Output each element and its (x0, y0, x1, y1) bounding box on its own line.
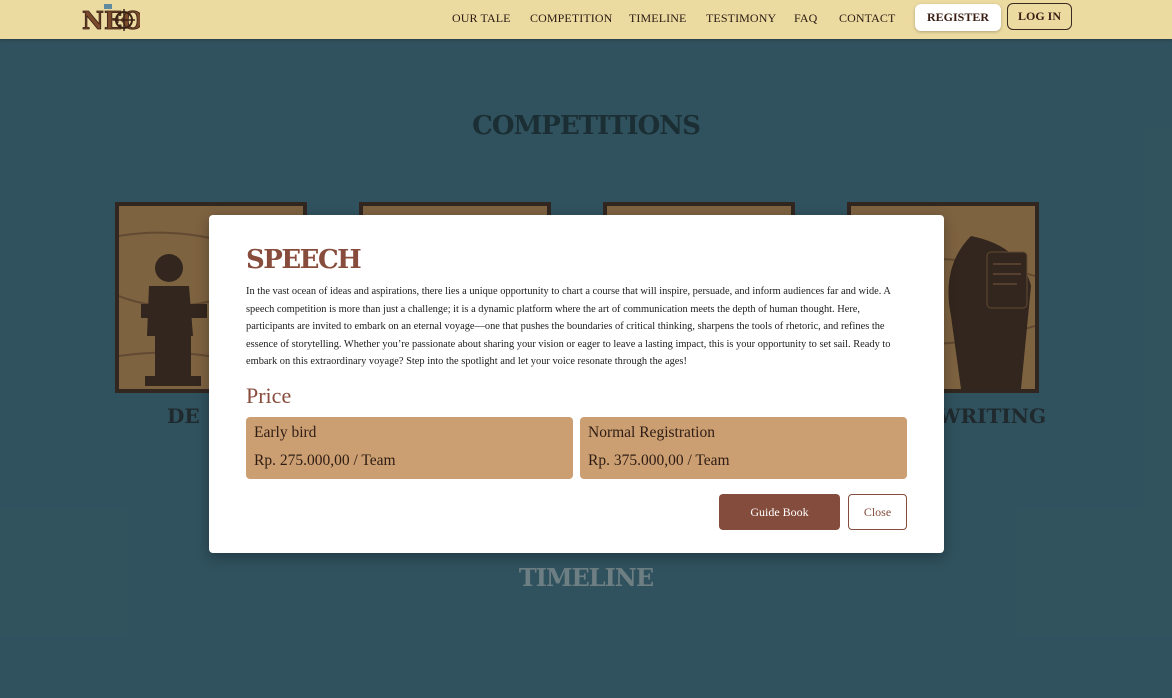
nav-contact[interactable]: CONTACT (839, 11, 895, 26)
guide-book-button[interactable]: Guide Book (719, 494, 840, 530)
nav-timeline[interactable]: TIMELINE (629, 11, 686, 26)
nav-testimony[interactable]: TESTIMONY (706, 11, 776, 26)
price-card-early-bird: Early bird Rp. 275.000,00 / Team (246, 417, 573, 479)
price-heading: Price (246, 383, 292, 408)
login-button[interactable]: LOG IN (1007, 3, 1072, 30)
modal-description: In the vast ocean of ideas and aspiratio… (246, 286, 891, 368)
modal-title: SPEECH (246, 245, 362, 275)
top-navbar: NEO OUR TALE COMPETITION TIMELINE TESTIM… (0, 0, 1172, 39)
neo-logo[interactable]: NEO (80, 3, 144, 35)
price-name: Normal Registration (588, 424, 715, 441)
price-value: Rp. 375.000,00 / Team (588, 452, 730, 469)
price-card-normal: Normal Registration Rp. 375.000,00 / Tea… (580, 417, 907, 479)
price-value: Rp. 275.000,00 / Team (254, 452, 396, 469)
close-button[interactable]: Close (848, 494, 907, 530)
price-name: Early bird (254, 424, 317, 441)
nav-our-tale[interactable]: OUR TALE (452, 11, 511, 26)
nav-competition[interactable]: COMPETITION (530, 11, 612, 26)
register-button[interactable]: REGISTER (915, 4, 1001, 31)
competition-modal: SPEECH In the vast ocean of ideas and as… (209, 215, 944, 553)
nav-faq[interactable]: FAQ (794, 11, 817, 26)
